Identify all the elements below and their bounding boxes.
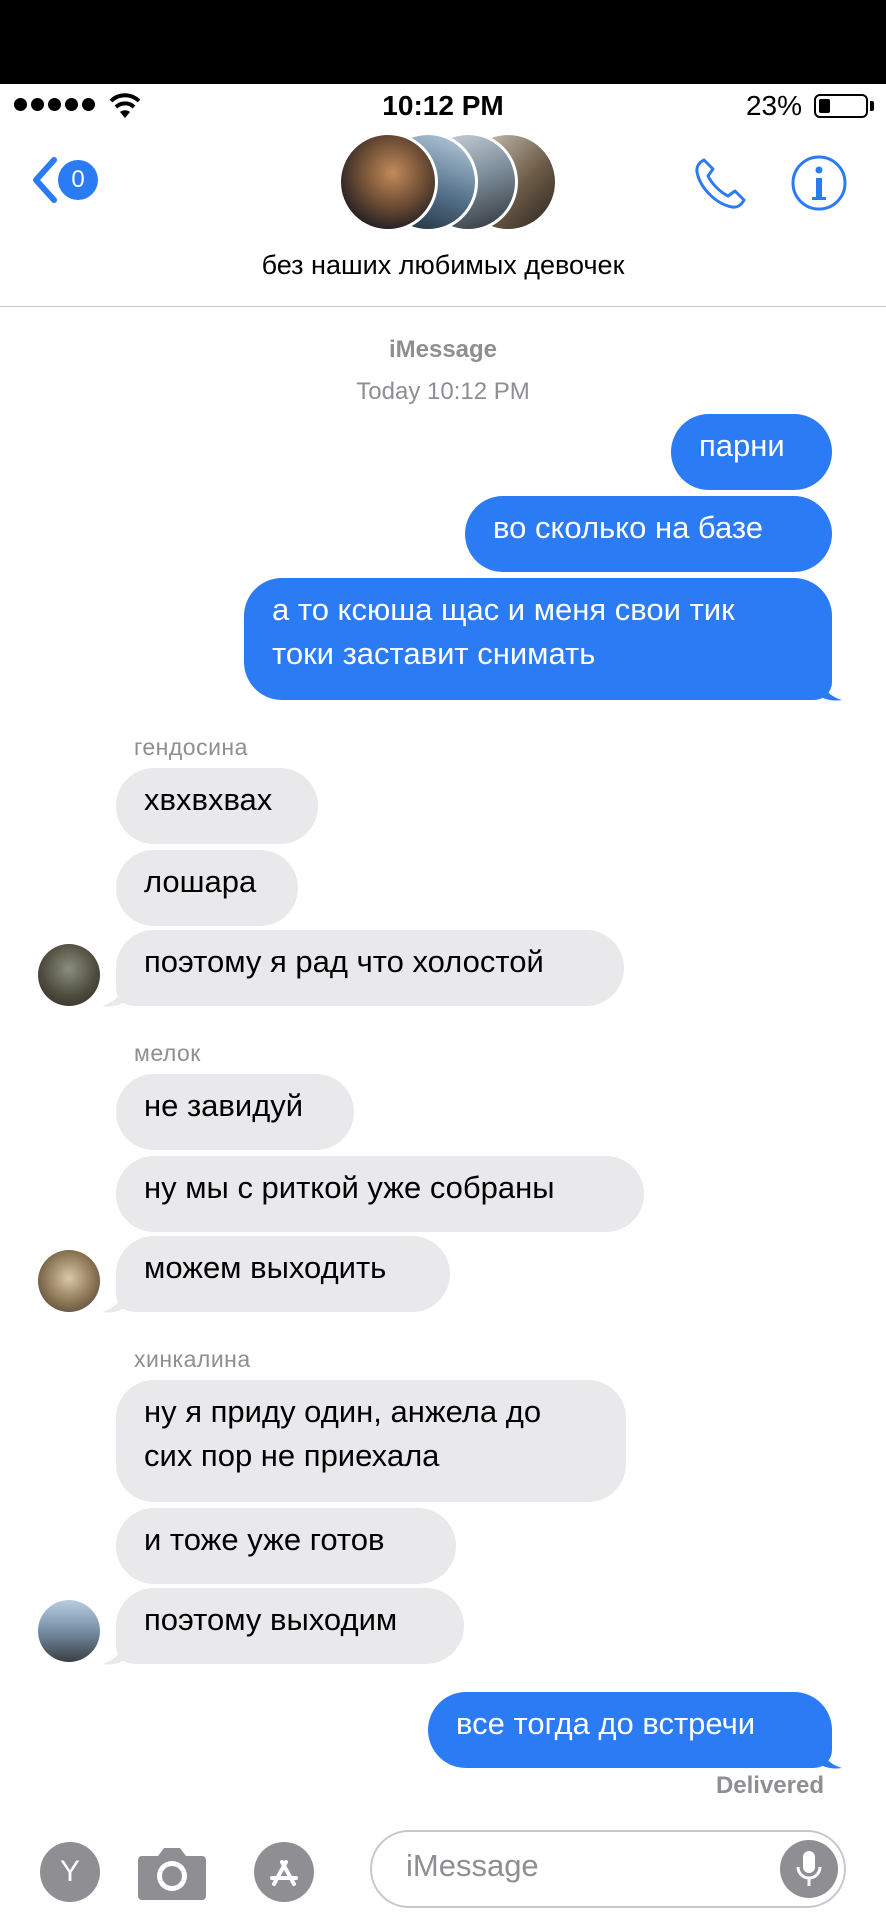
message-input[interactable]: iMessage <box>370 1830 846 1908</box>
message-bubble-outgoing[interactable]: во сколько на базе <box>465 496 832 572</box>
avatar[interactable] <box>38 944 100 1006</box>
message-bubble-incoming[interactable]: не завидуй <box>116 1074 354 1150</box>
battery-icon <box>814 94 868 118</box>
group-avatars[interactable] <box>338 132 558 236</box>
message-bubble-incoming[interactable]: поэтому выходим <box>116 1588 464 1664</box>
message-bubble-incoming[interactable]: ну мы с риткой уже собраны <box>116 1156 644 1232</box>
chevron-left-icon <box>33 157 57 203</box>
app-store-button[interactable] <box>254 1842 314 1902</box>
back-button[interactable]: 0 <box>30 156 98 204</box>
top-black-bar <box>0 0 886 84</box>
composer-bar: Y iMessage <box>0 1812 886 1920</box>
message-bubble-incoming[interactable]: и тоже уже готов <box>116 1508 456 1584</box>
message-bubble-incoming[interactable]: можем выходить <box>116 1236 450 1312</box>
message-bubble-outgoing[interactable]: все тогда до встречи <box>428 1692 832 1768</box>
camera-icon <box>138 1848 206 1900</box>
bubble-tail <box>814 1740 842 1769</box>
sender-name: мелок <box>134 1040 201 1066</box>
message-bubble-incoming[interactable]: лошара <box>116 850 298 926</box>
message-bubble-incoming[interactable]: поэтому я рад что холостой <box>116 930 624 1006</box>
bubble-tail <box>102 1284 130 1313</box>
avatar <box>338 132 438 232</box>
unread-badge: 0 <box>58 160 98 200</box>
info-icon[interactable] <box>790 154 848 212</box>
avatar[interactable] <box>38 1250 100 1312</box>
status-bar: 10:12 PM 23% <box>0 84 886 128</box>
bubble-tail <box>102 1636 130 1665</box>
delivered-status: Delivered <box>715 1772 824 1799</box>
sender-name: гендосина <box>134 734 248 760</box>
battery-percent: 23% <box>745 90 802 121</box>
service-label: iMessage <box>388 336 498 363</box>
microphone-button[interactable] <box>780 1840 838 1898</box>
bubble-tail <box>814 672 842 701</box>
bubble-tail <box>102 978 130 1007</box>
phone-icon[interactable] <box>690 154 750 214</box>
y-app-button[interactable]: Y <box>40 1842 100 1902</box>
sender-name: хинкалина <box>134 1346 251 1372</box>
message-bubble-incoming[interactable]: ну я приду один, анжела до сих пор не пр… <box>116 1380 626 1502</box>
microphone-icon <box>796 1851 822 1886</box>
conversation-header: 0 без наших любимых девочек <box>0 128 886 307</box>
battery-tip <box>870 101 874 111</box>
message-bubble-outgoing[interactable]: а то ксюша щас и меня свои тик токи заст… <box>244 578 832 700</box>
app-store-icon <box>270 1860 298 1886</box>
message-bubble-outgoing[interactable]: парни <box>671 414 832 490</box>
group-name[interactable]: без наших любимых девочек <box>0 250 886 281</box>
message-bubble-incoming[interactable]: хвхвхвах <box>116 768 318 844</box>
message-input-placeholder: iMessage <box>406 1848 539 1883</box>
thread-timestamp: Today 10:12 PM <box>356 378 530 405</box>
avatar[interactable] <box>38 1600 100 1662</box>
camera-button[interactable] <box>136 1842 208 1907</box>
